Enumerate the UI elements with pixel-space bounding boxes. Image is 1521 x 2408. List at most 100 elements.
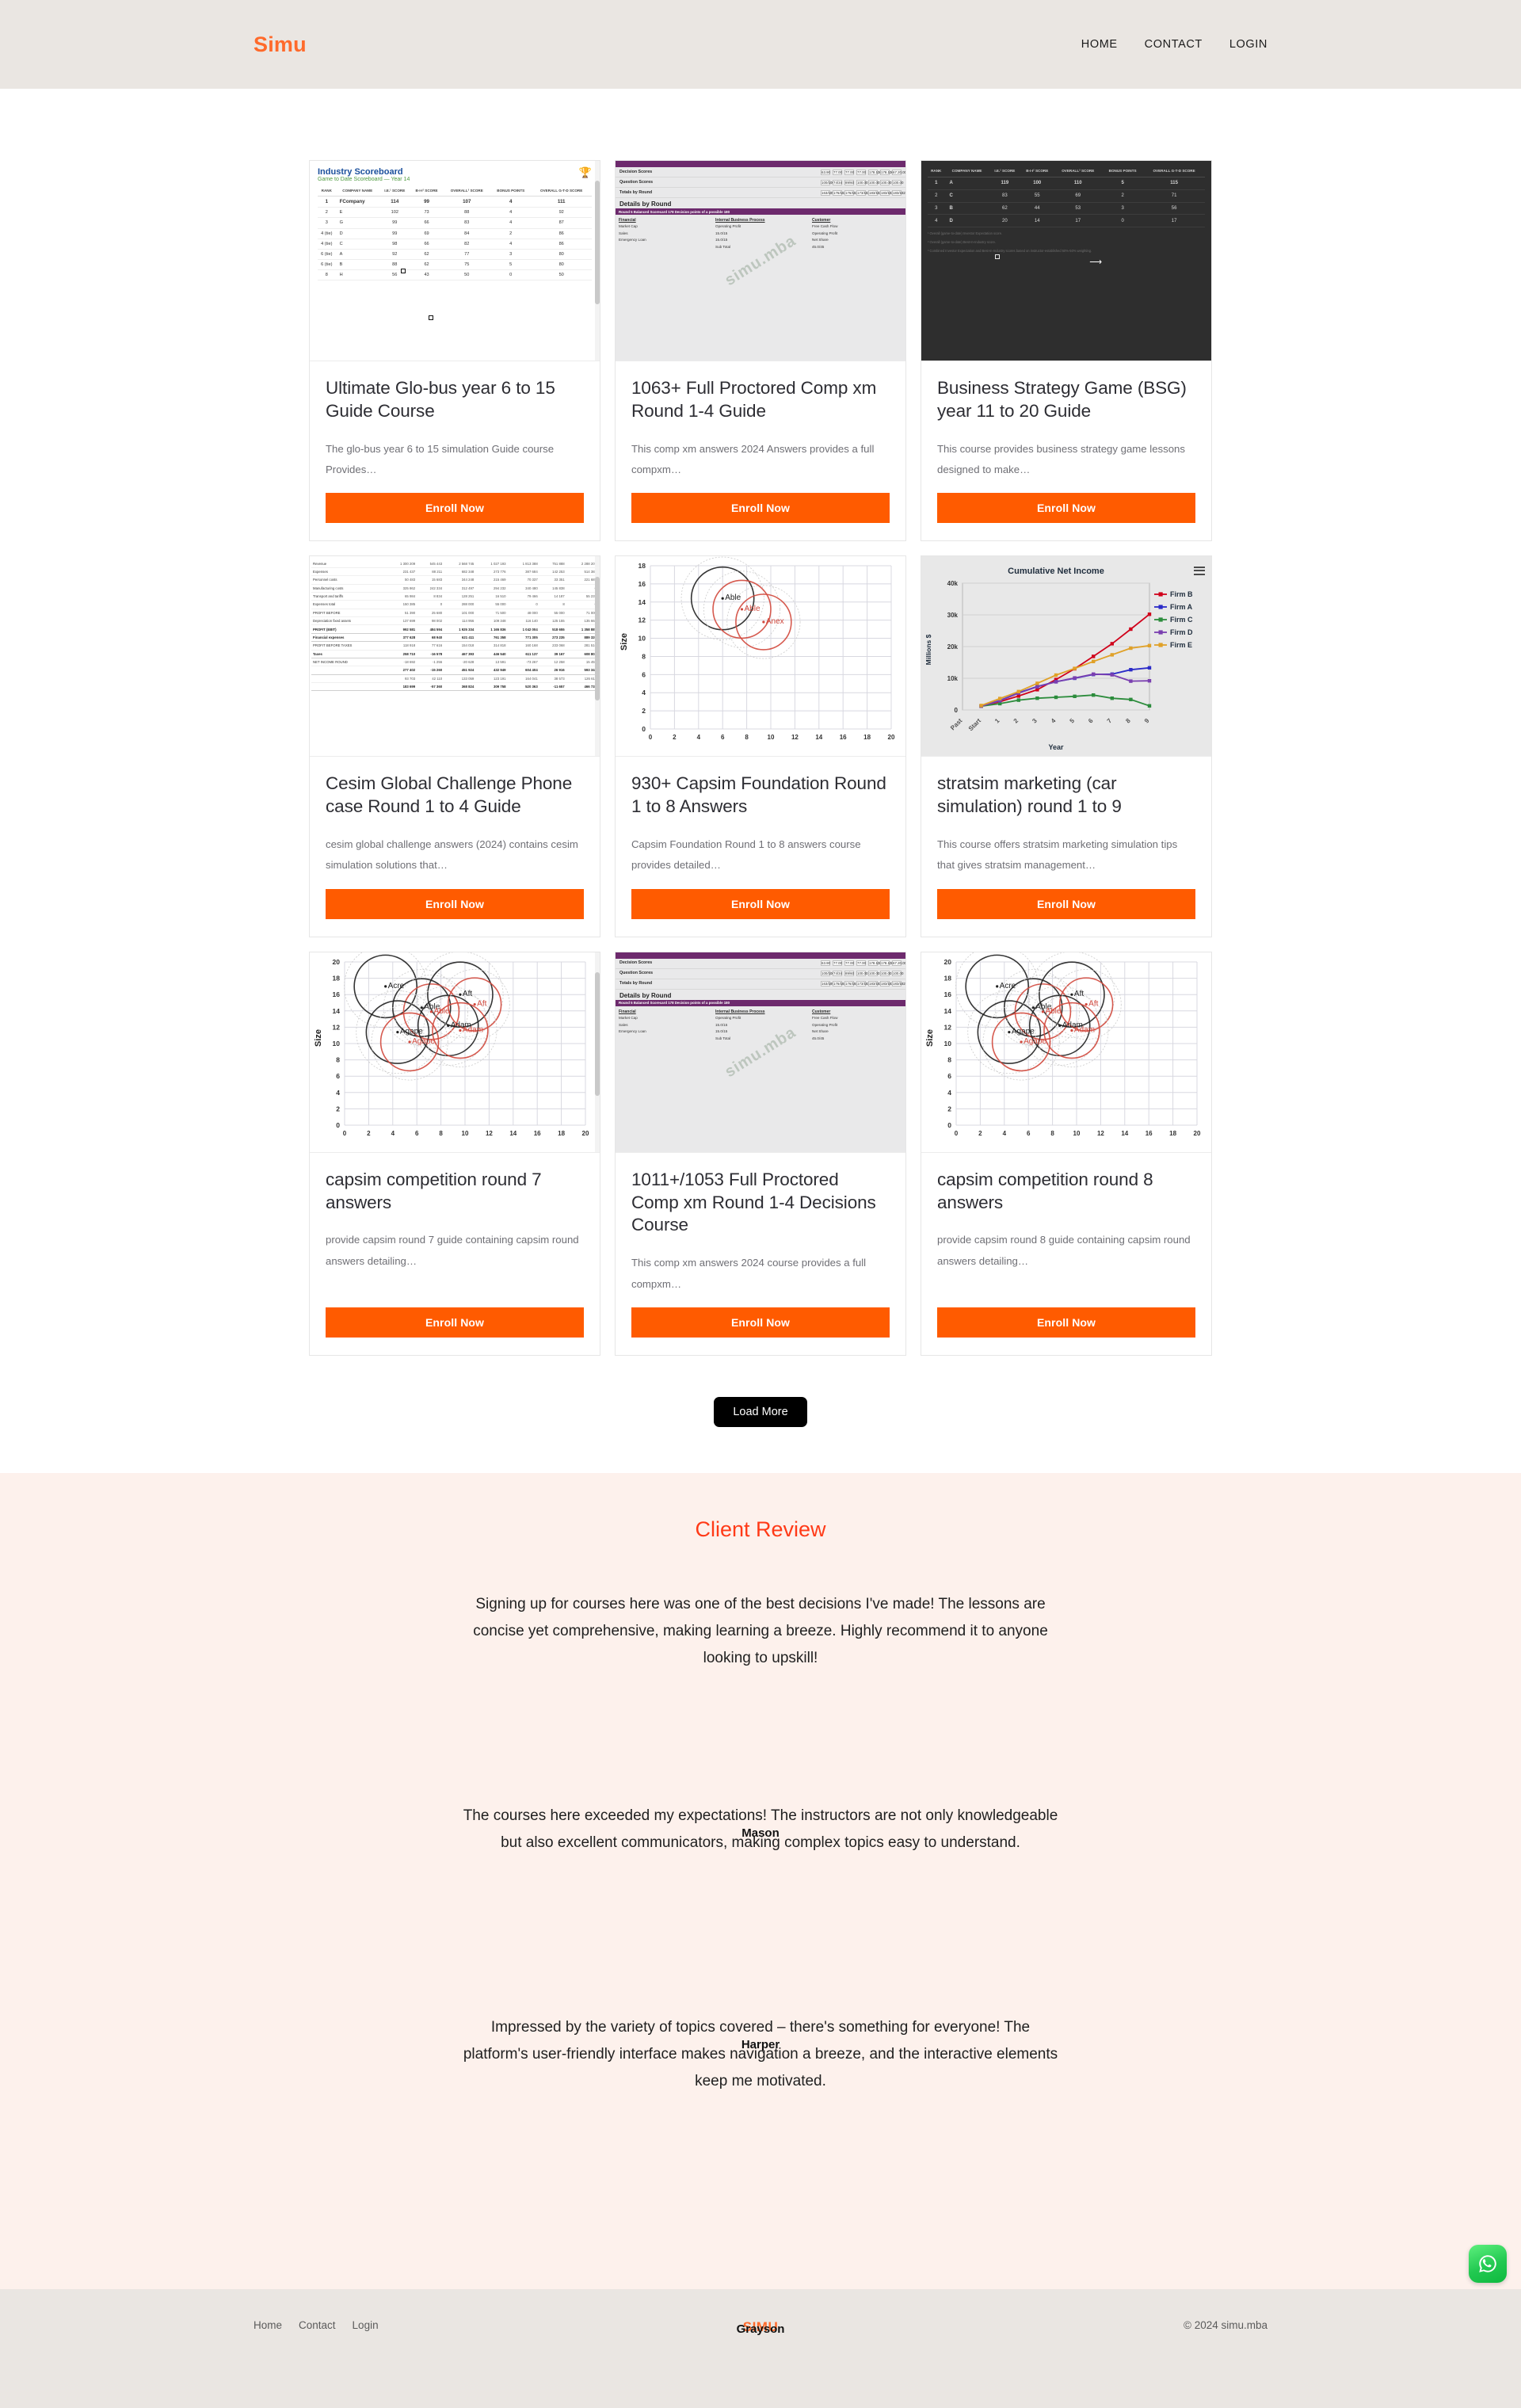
table-row: Financial expenses 377 628 68 940 621 411 76… (311, 633, 598, 643)
col-bii: B-I-I² SCORE (410, 186, 444, 197)
table-row: 4 (tie) C 98 66 82 4 86 (318, 239, 592, 250)
thumbnail-scrollbar[interactable] (595, 556, 600, 757)
table-row: Totals by Round 163/189 176/184 176/184 … (616, 979, 905, 990)
course-card[interactable]: Revenue 1 300 209 545 443 2 568 745 1 027 19… (309, 555, 600, 937)
footer-link-contact[interactable]: Contact (299, 2319, 336, 2331)
enroll-button[interactable]: Enroll Now (631, 1307, 890, 1338)
thumbnail-scrollbar[interactable] (595, 952, 600, 1152)
footnote: ¹ Overall (game-to-date) Investor Expect… (928, 231, 1003, 236)
course-card[interactable]: 0 2 4 6 8 10 12 14 16 18 20 0 2 4 6 8 10 12 14 16 18 20 Size Ac… (309, 951, 600, 1357)
site-logo[interactable]: Simu (254, 32, 307, 57)
course-description: This course offers stratsim marketing si… (937, 838, 1178, 872)
svg-text:6: 6 (1027, 1130, 1031, 1137)
table-row: 4 (tie) D 99 69 84 2 86 (318, 228, 592, 239)
arrow-right-icon: ⟶ (1089, 257, 1103, 267)
copyright-text: © 2024 simu.mba (1184, 2319, 1268, 2332)
table-row: Decision Scores 63.90 77.00 77.00 77.00 … (616, 167, 905, 177)
load-more-button[interactable]: Load More (714, 1397, 807, 1428)
col-ie: I.E.¹ SCORE (379, 186, 410, 197)
svg-text:Aft: Aft (1074, 990, 1084, 998)
svg-text:4: 4 (336, 1089, 340, 1097)
svg-text:10k: 10k (947, 675, 959, 682)
thumbnail-scrollbar[interactable] (595, 161, 600, 361)
reviews-heading: Client Review (695, 1517, 826, 1542)
load-more-container: Load More (0, 1356, 1521, 1474)
svg-text:10: 10 (333, 1040, 341, 1048)
table-row: 1 A 119 100 110 5 115 (928, 177, 1205, 190)
svg-text:10: 10 (639, 635, 646, 643)
course-card[interactable]: 0 2 4 6 8 10 12 14 16 18 0 2 4 6 8 10 12 14 16 18 20 Size Able… (615, 555, 906, 937)
course-grid: Industry Scoreboard Game to Date Scorebo… (305, 160, 1216, 1357)
footer-link-login[interactable]: Login (353, 2319, 379, 2331)
cursor-marker-icon (995, 254, 1000, 259)
enroll-button[interactable]: Enroll Now (937, 1307, 1195, 1338)
nav-item-login[interactable]: LOGIN (1229, 38, 1268, 51)
table-row: 6 (tie) B 88 62 75 5 80 (318, 259, 592, 271)
svg-text:20: 20 (582, 1130, 589, 1137)
course-description: The glo-bus year 6 to 15 simulation Guid… (326, 442, 555, 475)
svg-text:Agape: Agape (400, 1027, 423, 1036)
course-description: This comp xm answers 2024 course provide… (631, 1257, 867, 1290)
svg-text:Size: Size (925, 1029, 935, 1047)
course-card[interactable]: Industry Scoreboard Game to Date Scorebo… (309, 160, 600, 542)
course-description: Capsim Foundation Round 1 to 8 answers c… (631, 838, 861, 872)
course-title: Ultimate Glo-bus year 6 to 15 Guide Cour… (326, 378, 555, 421)
enroll-button[interactable]: Enroll Now (326, 493, 584, 524)
course-card[interactable]: Decision Scores 63.90 77.00 77.00 77.00 … (615, 951, 906, 1357)
svg-text:6: 6 (947, 1072, 951, 1080)
enroll-button[interactable]: Enroll Now (326, 1307, 584, 1338)
svg-text:12: 12 (1097, 1130, 1104, 1137)
trophy-icon: 🏆 (578, 166, 592, 178)
cursor-marker-icon (429, 315, 433, 320)
svg-text:14: 14 (1121, 1130, 1128, 1137)
svg-text:Acre: Acre (1000, 982, 1016, 990)
col-bii: B-I-I² SCORE (1020, 166, 1054, 177)
thumb-round-bar: Round 5 Balanced Scorecard 178 Decision … (616, 999, 905, 1006)
col-overall: OVERALL³ SCORE (1054, 166, 1103, 177)
svg-text:14: 14 (944, 1007, 952, 1015)
enroll-button[interactable]: Enroll Now (631, 888, 890, 919)
whatsapp-icon[interactable] (1469, 2245, 1507, 2283)
enroll-button[interactable]: Enroll Now (937, 493, 1195, 524)
review-author: Harper (741, 2038, 780, 2052)
nav-item-contact[interactable]: CONTACT (1145, 38, 1203, 51)
thumb-col-internal: Internal Business Process Operating Prof… (715, 1009, 765, 1040)
chart-menu-icon[interactable] (1194, 564, 1205, 577)
course-title: capsim competition round 8 answers (937, 1169, 1153, 1212)
footer-navigation: Home Contact Login (254, 2319, 743, 2331)
enroll-button[interactable]: Enroll Now (631, 493, 890, 524)
course-card[interactable]: RANK COMPANY NAME I.E.¹ SCORE B-I-I² SCO… (921, 160, 1212, 542)
svg-text:2: 2 (367, 1130, 371, 1137)
table-row: Revenue 1 300 209 545 443 2 568 745 1 027 19… (311, 559, 598, 568)
review-text: Signing up for courses here was one of t… (473, 1596, 1048, 1666)
table-row: Personnel costs 50 483 15 683 344 248 215 46… (311, 575, 598, 585)
svg-text:8: 8 (642, 653, 646, 661)
enroll-button[interactable]: Enroll Now (937, 888, 1195, 919)
table-row: Depreciation fixed assets 137 699 98 002 11… (311, 616, 598, 626)
course-card[interactable]: 0 2 4 6 8 10 12 14 16 18 20 0 2 4 6 8 10 12 14 16 18 20 Size Ac… (921, 951, 1212, 1357)
footnote: ² Overall (game-to-date) Best-In-Industr… (928, 240, 996, 245)
course-thumbnail-compxm-decision-sheet: Decision Scores 63.90 77.00 77.00 77.00 … (616, 161, 905, 361)
footer-link-home[interactable]: Home (254, 2319, 282, 2331)
nav-item-home[interactable]: HOME (1081, 38, 1118, 51)
svg-text:Firm A: Firm A (1170, 603, 1193, 611)
thumb-col-financial: Financial Market Cap Sales Emergency Loa… (619, 218, 646, 242)
svg-text:Aft: Aft (477, 999, 486, 1008)
col-company: COMPANY NAME (335, 186, 379, 197)
svg-text:12: 12 (486, 1130, 493, 1137)
col-gtd: OVERALL G-T-D SCORE (531, 186, 592, 197)
course-card[interactable]: Decision Scores 63.90 77.00 77.00 77.00 … (615, 160, 906, 542)
cursor-marker-icon (401, 269, 406, 273)
course-card[interactable]: Cumulative Net Income 0 10k 20k 30k 40k Millio… (921, 555, 1212, 937)
table-row: 8 H 56 43 50 0 50 (318, 269, 592, 281)
thumb-section-heading: Details by Round (619, 991, 672, 999)
course-thumbnail-globus-scoreboard: Industry Scoreboard Game to Date Scorebo… (310, 161, 600, 361)
col-gtd: OVERALL G-T-D SCORE (1143, 166, 1205, 177)
course-title: Cesim Global Challenge Phone case Round … (326, 773, 573, 817)
svg-text:6: 6 (642, 671, 646, 679)
svg-text:0: 0 (947, 1121, 951, 1129)
svg-text:Able: Able (725, 594, 741, 603)
enroll-button[interactable]: Enroll Now (326, 888, 584, 919)
course-thumbnail-stratsim-line-chart: Cumulative Net Income 0 10k 20k 30k 40k Millio… (921, 556, 1211, 758)
thumb-heading: Industry Scoreboard (318, 167, 403, 177)
